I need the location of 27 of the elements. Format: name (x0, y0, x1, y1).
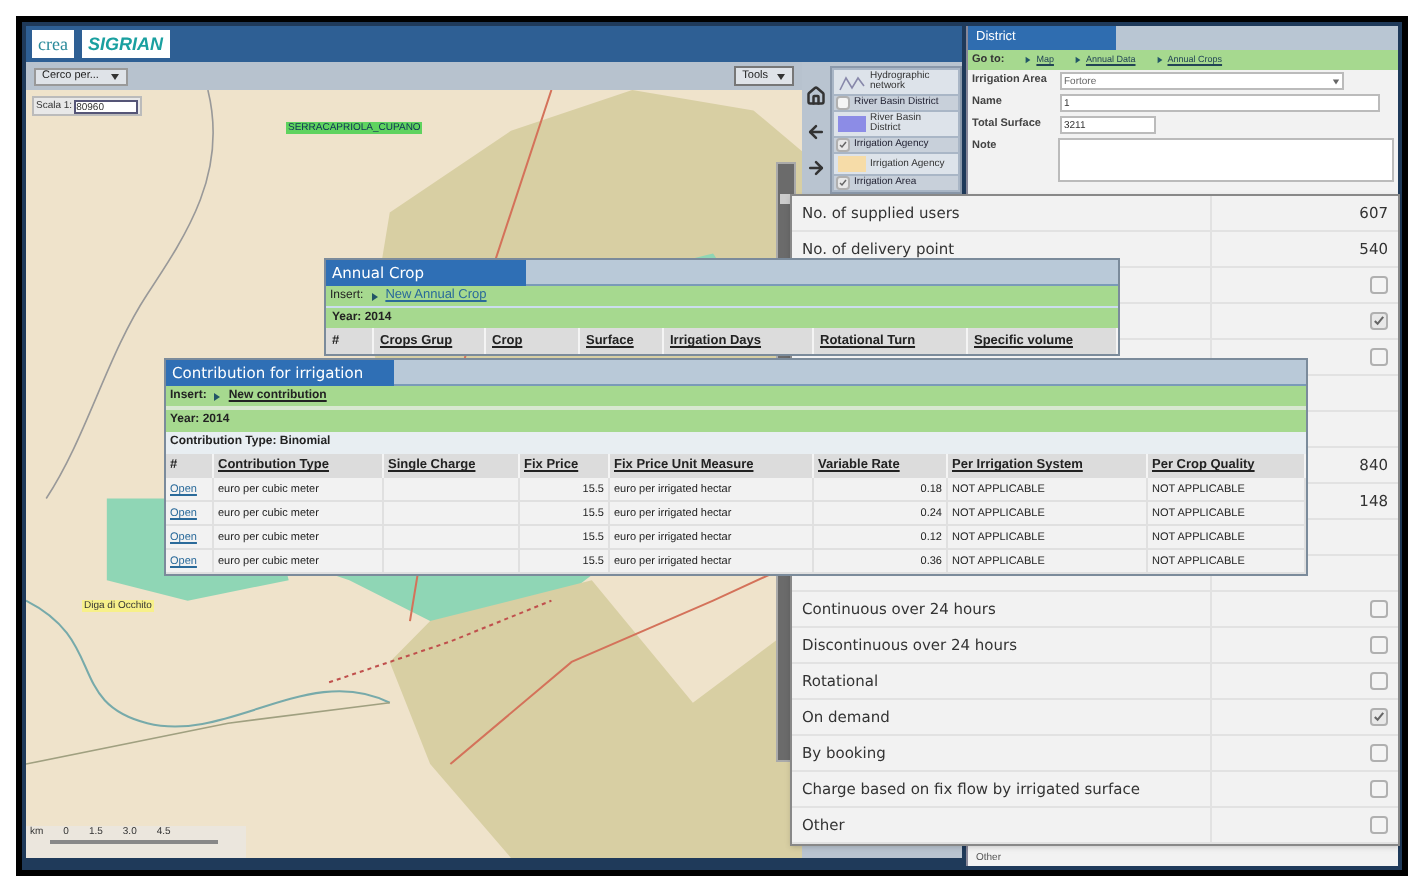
checkbox[interactable] (836, 176, 850, 190)
wave-icon (838, 73, 866, 91)
forward-arrow-icon[interactable] (806, 158, 826, 178)
home-icon[interactable] (806, 86, 826, 106)
checkbox[interactable] (1370, 816, 1388, 834)
note-field[interactable] (1058, 138, 1394, 182)
checkbox[interactable] (1370, 348, 1388, 366)
checkbox[interactable] (1370, 312, 1388, 330)
caret-icon (1073, 56, 1082, 64)
caret-icon (212, 391, 223, 401)
caret-icon (369, 291, 380, 301)
back-arrow-icon[interactable] (806, 122, 826, 142)
caret-icon (1155, 56, 1164, 64)
caret-icon (110, 71, 121, 81)
caret-icon (1332, 77, 1340, 85)
checkbox[interactable] (836, 96, 850, 110)
checkbox[interactable] (1370, 600, 1388, 618)
caret-icon (1024, 56, 1033, 64)
checkbox[interactable] (1370, 780, 1388, 798)
checkbox[interactable] (1370, 708, 1388, 726)
caret-icon (776, 71, 786, 81)
checkbox[interactable] (1370, 744, 1388, 762)
checkbox[interactable] (1370, 636, 1388, 654)
checkbox[interactable] (1370, 276, 1388, 294)
logo[interactable]: crea (32, 30, 74, 58)
checkbox[interactable] (836, 138, 850, 152)
checkbox[interactable] (1370, 672, 1388, 690)
